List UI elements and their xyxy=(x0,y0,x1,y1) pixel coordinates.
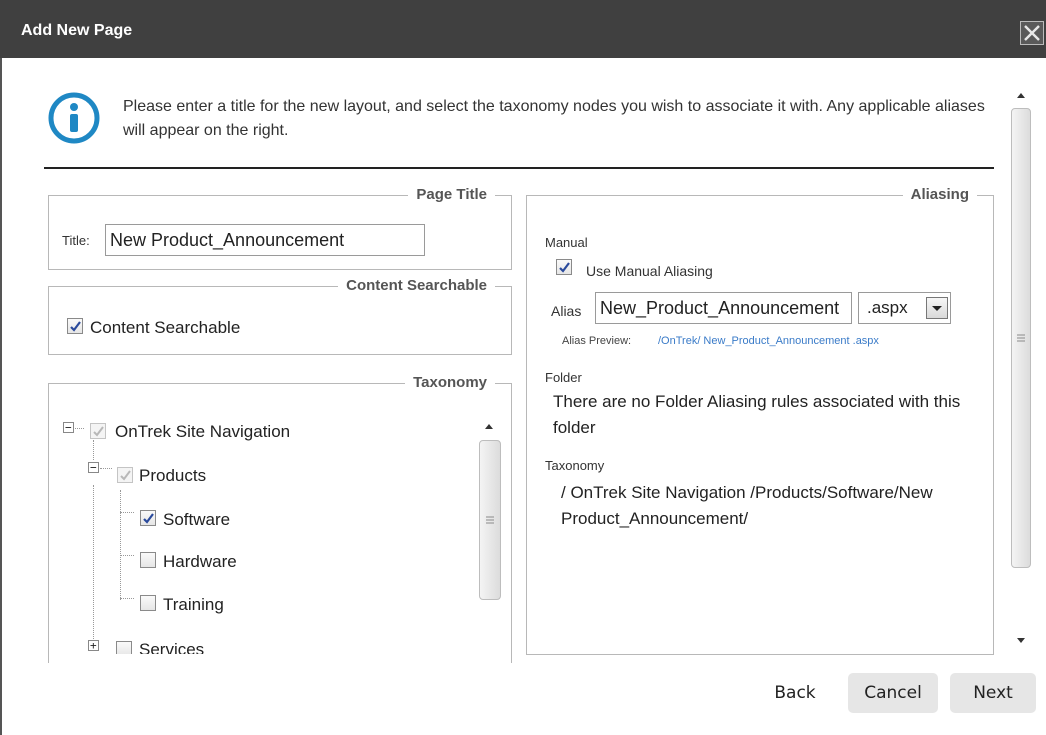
close-icon[interactable] xyxy=(1020,21,1044,45)
intro-text: Please enter a title for the new layout,… xyxy=(123,98,985,139)
tree-scrollbar[interactable] xyxy=(476,413,504,655)
manual-label: Manual xyxy=(545,235,588,250)
title-label: Title: xyxy=(62,233,90,248)
collapse-products-icon[interactable]: − xyxy=(88,462,99,473)
root-checkbox xyxy=(90,423,106,439)
tree-scroll-up-icon[interactable] xyxy=(476,415,502,437)
info-icon xyxy=(48,92,100,144)
tree-item-hardware[interactable]: Hardware xyxy=(163,552,237,572)
tree-item-software[interactable]: Software xyxy=(163,510,230,530)
hardware-checkbox[interactable] xyxy=(140,552,156,568)
alias-preview-value[interactable]: /OnTrek/ New_Product_Announcement .aspx xyxy=(658,335,879,347)
content-searchable-label: Content Searchable xyxy=(90,318,241,337)
main-scrollbar[interactable] xyxy=(1008,84,1034,652)
tree-scroll-thumb[interactable] xyxy=(479,440,501,600)
services-checkbox[interactable] xyxy=(116,641,132,654)
alias-label: Alias xyxy=(551,303,582,319)
alias-preview-label: Alias Preview: xyxy=(562,335,632,347)
dropdown-arrow-icon[interactable] xyxy=(926,297,948,319)
tree-item-root[interactable]: OnTrek Site Navigation xyxy=(115,422,290,442)
extension-value: .aspx xyxy=(867,298,908,317)
alias-input[interactable] xyxy=(595,292,852,324)
training-checkbox[interactable] xyxy=(140,595,156,611)
tree-item-training[interactable]: Training xyxy=(163,595,224,615)
cancel-button[interactable]: Cancel xyxy=(848,673,938,713)
taxonomy-alias-label: Taxonomy xyxy=(545,458,605,473)
dialog-left-border xyxy=(0,58,2,735)
extension-select[interactable]: .aspx xyxy=(858,292,951,324)
scroll-down-icon[interactable] xyxy=(1008,630,1034,652)
dialog-title: Add New Page xyxy=(21,22,133,39)
tree-item-services[interactable]: Services xyxy=(139,640,204,654)
dialog-titlebar: Add New Page xyxy=(0,0,1046,58)
title-input[interactable] xyxy=(105,224,425,256)
tree-clip: + Services xyxy=(60,630,480,654)
taxonomy-legend: Taxonomy xyxy=(405,374,495,391)
products-checkbox xyxy=(117,467,133,483)
folder-label: Folder xyxy=(545,370,582,385)
aliasing-legend: Aliasing xyxy=(902,186,977,203)
back-button[interactable]: Back xyxy=(755,673,835,713)
next-button[interactable]: Next xyxy=(950,673,1036,713)
content-searchable-legend: Content Searchable xyxy=(338,277,495,294)
page-title-legend: Page Title xyxy=(408,186,495,203)
use-manual-aliasing-label: Use Manual Aliasing xyxy=(586,263,713,279)
content-searchable-checkbox[interactable] xyxy=(67,318,83,334)
taxonomy-alias-path: / OnTrek Site Navigation /Products/Softw… xyxy=(561,483,933,528)
software-checkbox[interactable] xyxy=(140,510,156,526)
collapse-root-icon[interactable]: − xyxy=(63,422,74,433)
scroll-thumb[interactable] xyxy=(1011,108,1031,568)
tree-item-products[interactable]: Products xyxy=(139,466,206,486)
expand-services-icon[interactable]: + xyxy=(88,640,99,651)
use-manual-aliasing-checkbox[interactable] xyxy=(556,259,572,275)
folder-text: There are no Folder Aliasing rules assoc… xyxy=(553,392,961,437)
divider xyxy=(44,167,994,169)
scroll-up-icon[interactable] xyxy=(1008,84,1034,106)
